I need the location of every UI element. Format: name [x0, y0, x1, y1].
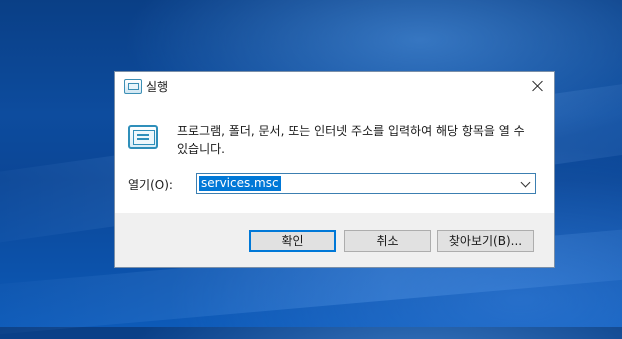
open-input-value[interactable]: services.msc: [199, 176, 281, 191]
open-combobox[interactable]: services.msc: [196, 173, 536, 194]
dialog-description: 프로그램, 폴더, 문서, 또는 인터넷 주소를 입력하여 해당 항목을 열 수…: [177, 124, 525, 156]
button-bar: 확인 취소 찾아보기(B)...: [115, 213, 554, 267]
run-large-icon: [128, 125, 158, 149]
close-button[interactable]: [522, 72, 554, 100]
title-bar[interactable]: 실행: [115, 72, 554, 102]
chevron-down-icon[interactable]: [520, 177, 531, 188]
ok-button[interactable]: 확인: [249, 230, 336, 252]
run-dialog: 실행 프로그램, 폴더, 문서, 또는 인터넷 주소를 입력하여 해당 항목을 …: [114, 71, 555, 268]
cancel-button[interactable]: 취소: [344, 230, 431, 252]
browse-button[interactable]: 찾아보기(B)...: [437, 230, 534, 252]
dialog-title: 실행: [146, 80, 169, 94]
run-icon: [124, 79, 142, 94]
open-label: 열기(O):: [128, 178, 173, 192]
